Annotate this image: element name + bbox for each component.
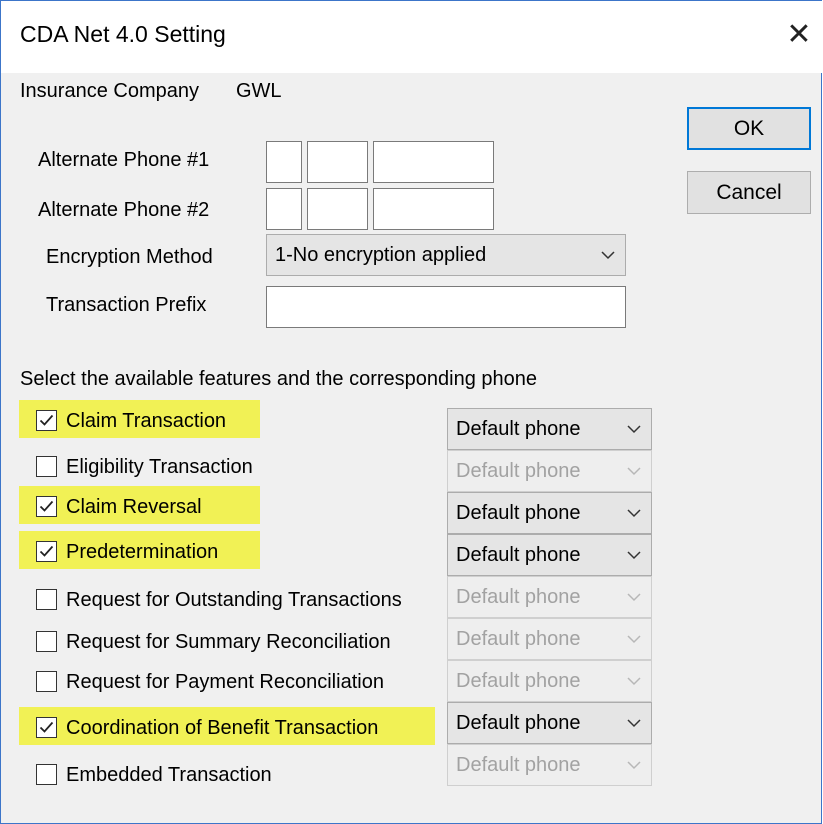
feature-phone-value: Default phone <box>456 670 581 692</box>
checkmark-icon <box>39 721 54 733</box>
ok-button[interactable]: OK <box>687 107 811 150</box>
feature-checkbox[interactable] <box>36 456 57 477</box>
insurance-company-value: GWL <box>236 80 282 102</box>
feature-label: Request for Outstanding Transactions <box>66 589 402 611</box>
feature-phone-select: Default phone <box>447 576 652 618</box>
alt-phone-1-area-input[interactable] <box>266 141 302 183</box>
alt-phone-1-number-input[interactable] <box>373 141 494 183</box>
feature-phone-select: Default phone <box>447 450 652 492</box>
feature-phone-value: Default phone <box>456 712 581 734</box>
transaction-prefix-label: Transaction Prefix <box>46 294 207 316</box>
feature-phone-value: Default phone <box>456 754 581 776</box>
feature-label: Request for Summary Reconciliation <box>66 631 391 653</box>
window-title: CDA Net 4.0 Setting <box>20 21 226 47</box>
feature-label: Predetermination <box>66 541 219 563</box>
insurance-company-label: Insurance Company <box>20 80 199 102</box>
checkmark-icon <box>39 414 54 426</box>
encryption-method-value: 1-No encryption applied <box>275 244 487 266</box>
feature-checkbox[interactable] <box>36 717 57 738</box>
feature-phone-value: Default phone <box>456 460 581 482</box>
feature-checkbox[interactable] <box>36 589 57 610</box>
encryption-method-select[interactable]: 1-No encryption applied <box>266 234 626 276</box>
feature-checkbox[interactable] <box>36 631 57 652</box>
title-bar: CDA Net 4.0 Setting ✕ <box>1 1 823 73</box>
feature-phone-select[interactable]: Default phone <box>447 534 652 576</box>
feature-phone-value: Default phone <box>456 502 581 524</box>
feature-phone-select[interactable]: Default phone <box>447 408 652 450</box>
feature-checkbox[interactable] <box>36 671 57 692</box>
feature-checkbox[interactable] <box>36 764 57 785</box>
alt-phone-2-area-input[interactable] <box>266 188 302 230</box>
feature-label: Eligibility Transaction <box>66 456 253 478</box>
checkmark-icon <box>39 545 54 557</box>
alt-phone-1-label: Alternate Phone #1 <box>38 149 210 171</box>
encryption-method-label: Encryption Method <box>46 246 213 268</box>
alt-phone-2-number-input[interactable] <box>373 188 494 230</box>
feature-checkbox[interactable] <box>36 541 57 562</box>
chevron-down-icon <box>601 235 615 290</box>
feature-label: Claim Reversal <box>66 496 202 518</box>
feature-phone-select: Default phone <box>447 660 652 702</box>
feature-phone-select[interactable]: Default phone <box>447 702 652 744</box>
feature-checkbox[interactable] <box>36 496 57 517</box>
feature-phone-value: Default phone <box>456 628 581 650</box>
alt-phone-2-prefix-input[interactable] <box>307 188 368 230</box>
dialog-window: CDA Net 4.0 Setting ✕ Insurance Company … <box>0 0 823 824</box>
alt-phone-1-prefix-input[interactable] <box>307 141 368 183</box>
close-icon[interactable]: ✕ <box>779 15 819 55</box>
features-heading: Select the available features and the co… <box>20 368 538 390</box>
alt-phone-2-label: Alternate Phone #2 <box>38 199 210 221</box>
feature-checkbox[interactable] <box>36 410 57 431</box>
transaction-prefix-input[interactable] <box>266 286 626 328</box>
feature-phone-select: Default phone <box>447 618 652 660</box>
feature-label: Request for Payment Reconciliation <box>66 671 384 693</box>
feature-label: Claim Transaction <box>66 410 227 432</box>
feature-label: Embedded Transaction <box>66 764 272 786</box>
feature-phone-value: Default phone <box>456 418 581 440</box>
feature-phone-select[interactable]: Default phone <box>447 492 652 534</box>
cancel-button[interactable]: Cancel <box>687 171 811 214</box>
feature-phone-select: Default phone <box>447 744 652 786</box>
feature-phone-value: Default phone <box>456 544 581 566</box>
feature-phone-value: Default phone <box>456 586 581 608</box>
checkmark-icon <box>39 500 54 512</box>
feature-label: Coordination of Benefit Transaction <box>66 717 379 739</box>
chevron-down-icon <box>627 745 641 800</box>
